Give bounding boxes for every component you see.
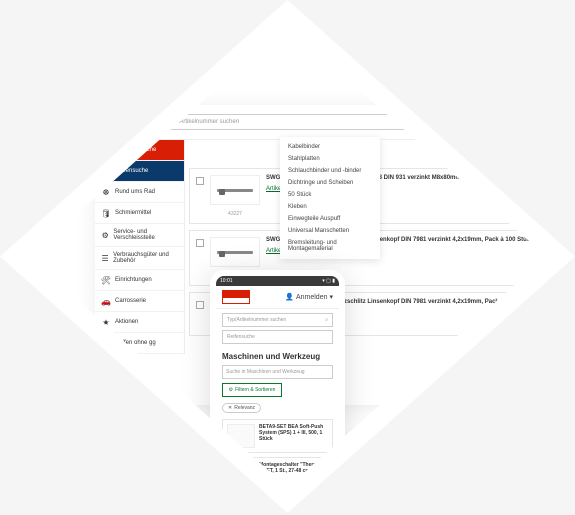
checkbox[interactable] <box>196 177 204 185</box>
sidebar-item-verbrauch[interactable]: ☰Verbrauchsgüter und Zubehör <box>95 247 184 270</box>
flyout-item[interactable]: Schlauchbinder und -binder <box>280 165 380 177</box>
sidebar-item-carrosserie[interactable]: 🚗Carrosserie <box>95 291 184 312</box>
filter-icon: ⚙ <box>229 387 233 393</box>
checkbox[interactable] <box>196 301 204 309</box>
flyout-item[interactable]: Einwegteile Auspuff <box>280 213 380 225</box>
filter-sort-button[interactable]: ⚙ Filtern & Sortieren <box>222 383 282 397</box>
category-title: Maschinen und Werkzeug <box>216 348 339 365</box>
chevron-down-icon: ▾ <box>329 293 333 301</box>
flyout-item[interactable]: Stahlplatten <box>280 153 380 165</box>
status-bar: 10:01 ▾ ▢ ▮ <box>216 276 339 286</box>
mobile-tyre-search[interactable]: Reifensuche <box>222 330 333 344</box>
flyout-item[interactable]: Dichtringe und Scheiben <box>280 177 380 189</box>
sidebar-item-einrichtungen[interactable]: 🛠Einrichtungen <box>95 270 184 291</box>
category-filter-input[interactable]: Suche in Maschinen und Werkzeug <box>222 365 333 379</box>
brand-logo[interactable]: REX <box>105 113 137 131</box>
car-body-icon: 🚗 <box>101 296 111 306</box>
brand-logo[interactable] <box>222 290 250 304</box>
user-icon: 👤 <box>285 293 294 301</box>
sidebar-item-schmiermittel[interactable]: 🛢Schmiermittel <box>95 203 184 224</box>
tyre-search-input[interactable]: Reifensuche <box>515 114 575 130</box>
status-time: 10:01 <box>220 278 233 284</box>
shelf-icon: 🛠 <box>101 275 111 285</box>
sidebar-item-service[interactable]: ⚙Service- und Verschleissteile <box>95 224 184 247</box>
flyout-item[interactable]: Universal Manschetten <box>280 225 380 237</box>
flyout-item[interactable]: Kleben <box>280 201 380 213</box>
car-icon: ⛍ <box>101 145 111 155</box>
search-icon[interactable]: ⌕ <box>502 117 506 127</box>
tyre-search-placeholder: Reifensuche <box>520 119 553 125</box>
sort-chip[interactable]: ✕ Relevanz <box>222 403 261 413</box>
category-flyout: Kabelbinder Stahlplatten Schlauchbinder … <box>280 137 380 259</box>
product-thumb <box>210 237 260 267</box>
login-link[interactable]: 👤 Anmelden ▾ <box>285 293 333 301</box>
search-icon[interactable]: ⌕ <box>325 317 328 323</box>
gear-icon: ⚙ <box>101 230 109 240</box>
search-input[interactable]: Typ/Artikelnummer suchen ⌕ <box>163 114 511 130</box>
box-icon: ☰ <box>101 253 109 263</box>
sku: 43227 <box>228 211 242 217</box>
flyout-item[interactable]: Bremsleitung- und Montagematerial <box>280 237 380 255</box>
mobile-search-input[interactable]: Typ/Artikelnummer suchen ⌕ <box>222 313 333 327</box>
mobile-header: 👤 Anmelden ▾ <box>216 286 339 309</box>
close-icon[interactable]: ✕ <box>228 405 232 411</box>
flyout-item[interactable]: Kabelbinder <box>280 141 380 153</box>
status-icons: ▾ ▢ ▮ <box>322 278 335 284</box>
drop-icon: 🛢 <box>101 208 111 218</box>
product-thumb <box>210 175 260 205</box>
flyout-item[interactable]: 50 Stück <box>280 189 380 201</box>
product-title: BETA9-SET BEA Soft-Push System (SPS) 1 +… <box>259 424 328 442</box>
checkbox[interactable] <box>196 239 204 247</box>
